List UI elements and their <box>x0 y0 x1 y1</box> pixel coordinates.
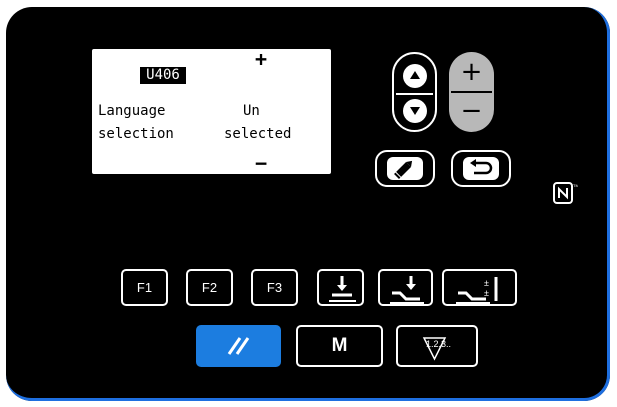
parameter-value-line1: Un <box>243 103 260 119</box>
foot-adjust-icon: ± ± <box>456 277 498 304</box>
lcd-display: U406 + Language selection Un selected − <box>92 49 331 174</box>
triangle-down-icon <box>410 107 420 115</box>
reset-button[interactable] <box>196 325 281 367</box>
return-arrow-icon <box>470 159 493 175</box>
parameter-label-line1: Language <box>98 103 166 119</box>
lcd-plus-indicator: + <box>255 47 268 71</box>
pencil-icon <box>394 160 413 179</box>
triangle-up-icon <box>410 71 420 79</box>
svg-text:±: ± <box>484 278 489 288</box>
down-button[interactable] <box>403 99 427 123</box>
minus-button[interactable]: − <box>449 96 494 126</box>
svg-text:TM: TM <box>573 183 578 188</box>
foot-down-icon <box>390 276 424 304</box>
presser-foot-lift-icon <box>329 276 356 302</box>
f2-button[interactable]: F2 <box>186 269 233 306</box>
counter-label: 1.2.3.. <box>426 339 452 349</box>
cursor-rocker <box>392 52 437 132</box>
reset-slash-icon <box>227 337 250 355</box>
parameter-value-line2: selected <box>224 126 292 142</box>
edit-button[interactable] <box>375 150 435 187</box>
up-button[interactable] <box>403 64 427 88</box>
plus-minus-divider <box>451 91 492 93</box>
counter-button[interactable]: 1.2.3.. <box>396 325 478 367</box>
f3-button[interactable]: F3 <box>251 269 298 306</box>
lcd-minus-indicator: − <box>255 151 268 175</box>
nfc-icon: TM <box>553 182 578 204</box>
return-button[interactable] <box>451 150 511 187</box>
mode-button[interactable]: M <box>296 325 383 367</box>
plus-button[interactable]: + <box>449 57 494 87</box>
plus-minus-rocker: + − <box>449 52 494 132</box>
needle-foot-button[interactable] <box>378 269 433 306</box>
presser-foot-button[interactable] <box>317 269 364 306</box>
stitch-adjust-button[interactable]: ± ± <box>442 269 517 306</box>
parameter-label-line2: selection <box>98 126 174 142</box>
operation-panel: U406 + Language selection Un selected − … <box>6 7 610 401</box>
rocker-divider <box>396 93 433 95</box>
parameter-code: U406 <box>140 67 186 84</box>
f1-button[interactable]: F1 <box>121 269 168 306</box>
svg-text:±: ± <box>484 288 489 298</box>
